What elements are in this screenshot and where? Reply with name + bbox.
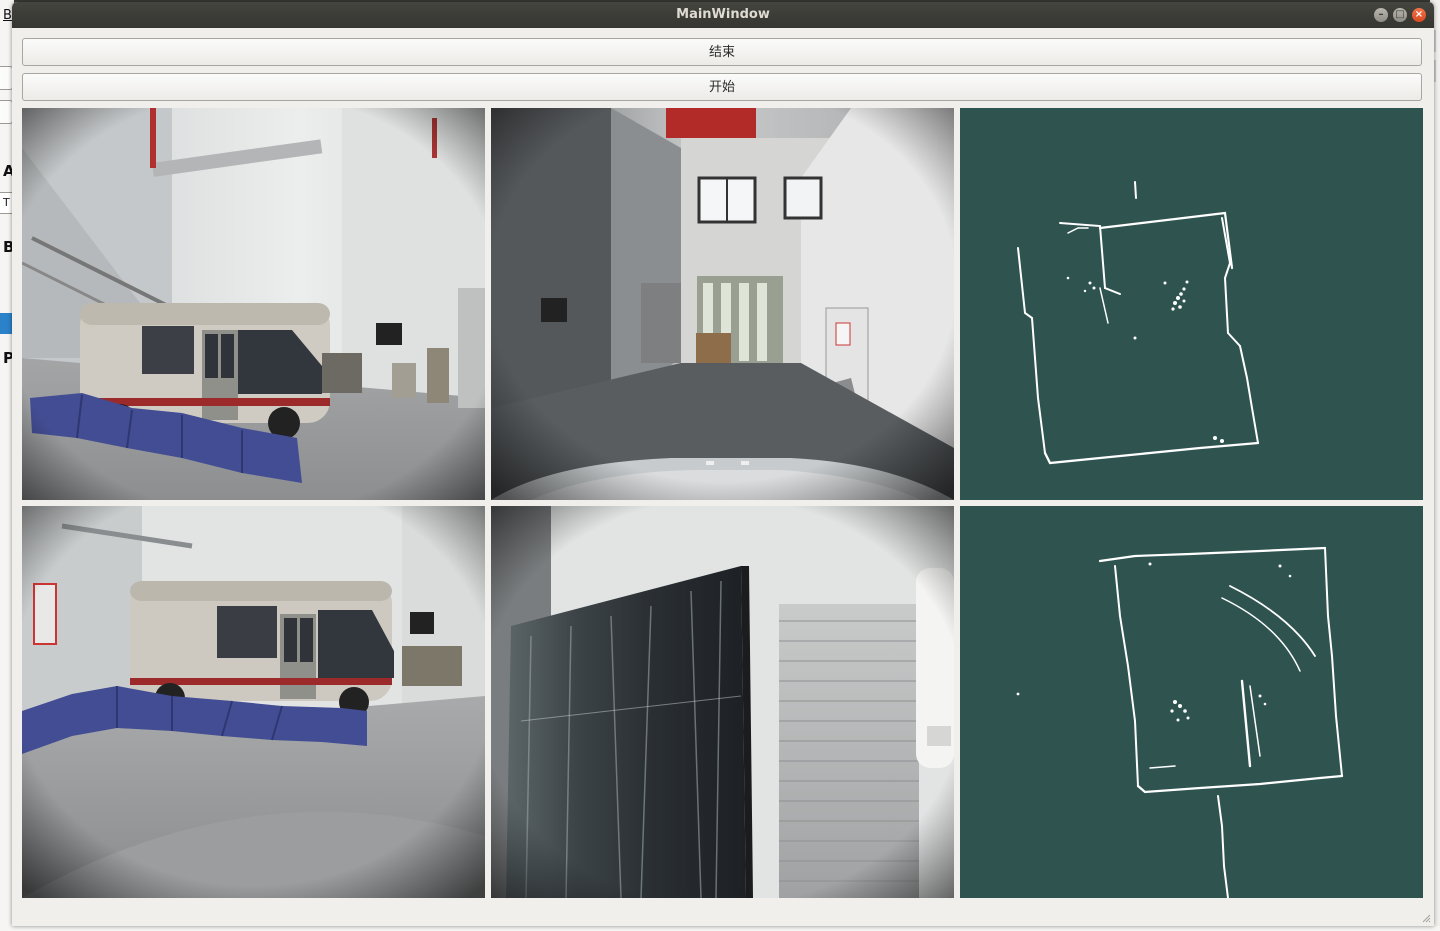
point-cloud-upper	[1017, 181, 1260, 465]
title-bar[interactable]: MainWindow – □ ×	[12, 2, 1434, 28]
point-cloud-lower	[1016, 546, 1344, 898]
background-bottom-edge	[0, 926, 1440, 931]
camera-view-rear-left	[22, 506, 485, 898]
camera-image-front-left	[22, 108, 485, 500]
maximize-icon[interactable]: □	[1393, 8, 1407, 22]
lidar-map-lower	[960, 506, 1423, 898]
end-button[interactable]: 结束	[22, 38, 1422, 66]
resize-grip-icon[interactable]	[1421, 913, 1431, 923]
minimize-icon[interactable]: –	[1374, 8, 1388, 22]
camera-image-right	[491, 506, 954, 898]
camera-image-front	[491, 108, 954, 500]
main-window: MainWindow – □ × 结束 开始	[12, 2, 1434, 926]
background-selected-item[interactable]	[0, 313, 12, 334]
start-button[interactable]: 开始	[22, 73, 1422, 101]
screen: B A T B P MainWindow – □ × 结束 开始	[0, 0, 1440, 931]
camera-view-front	[491, 108, 954, 500]
camera-view-front-left	[22, 108, 485, 500]
lidar-map-upper	[960, 108, 1423, 500]
camera-view-right	[491, 506, 954, 898]
background-menu-letter[interactable]: B	[3, 8, 12, 23]
camera-image-rear-left	[22, 506, 485, 898]
close-icon[interactable]: ×	[1412, 8, 1426, 22]
window-title: MainWindow	[676, 7, 770, 22]
